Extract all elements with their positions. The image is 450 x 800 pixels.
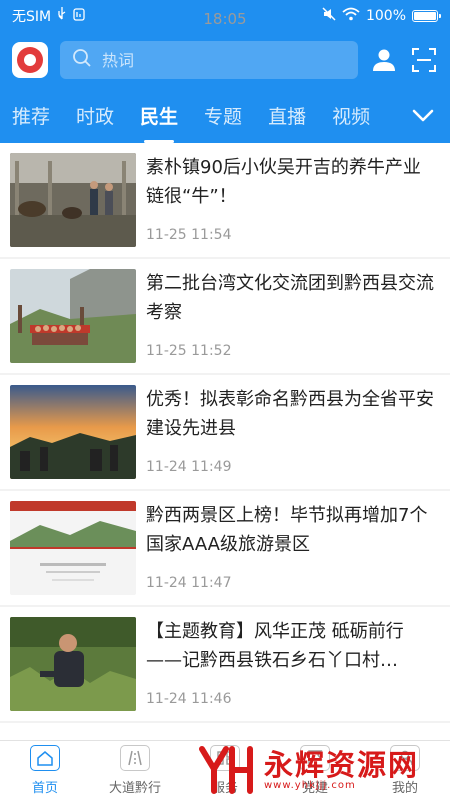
news-item[interactable]: 素朴镇90后小伙吴开吉的养牛产业链很“牛”！ 11-25 11:54 [0, 143, 450, 257]
news-time: 11-24 11:49 [146, 459, 232, 475]
news-item[interactable]: 【主题教育】风华正茂 砥砺前行——记黔西县铁石乡石丫口村… 11-24 11:4… [0, 607, 450, 721]
news-time: 11-24 11:47 [146, 575, 232, 591]
news-title: 优秀！拟表彰命名黔西县为全省平安建设先进县 [146, 389, 434, 439]
nav-service[interactable]: 服务 [180, 741, 270, 800]
app-logo[interactable] [12, 42, 48, 78]
service-icon [210, 745, 240, 771]
battery-icon [412, 10, 441, 22]
tab-topics[interactable]: 专题 [204, 88, 242, 143]
news-item[interactable]: 第二批台湾文化交流团到黔西县交流考察 11-25 11:52 [0, 259, 450, 373]
bottom-nav: 首页 大道黔行 服务 党建 我的 [0, 740, 450, 800]
news-time: 11-25 11:54 [146, 227, 232, 243]
user-icon [390, 745, 420, 771]
news-thumbnail-document [10, 501, 136, 595]
nav-label: 我的 [391, 781, 418, 796]
status-bar: 无SIM 18:05 100% [0, 0, 450, 32]
channel-tabs: 推荐 时政 民生 专题 直播 视频 [0, 88, 450, 143]
nav-label: 服务 [211, 781, 238, 796]
news-title: 【主题教育】风华正茂 砥砺前行——记黔西县铁石乡石丫口村… [146, 621, 404, 671]
scan-icon[interactable] [410, 46, 438, 74]
news-item-partial[interactable] [0, 723, 450, 740]
nav-home[interactable]: 首页 [0, 741, 90, 800]
nav-label: 首页 [31, 781, 58, 796]
nav-party[interactable]: 党建 [270, 741, 360, 800]
news-title: 素朴镇90后小伙吴开吉的养牛产业链很“牛”！ [146, 157, 421, 207]
tab-recommend[interactable]: 推荐 [12, 88, 50, 143]
nav-label: 大道黔行 [108, 781, 161, 796]
tab-video[interactable]: 视频 [332, 88, 370, 143]
tab-politics[interactable]: 时政 [76, 88, 114, 143]
app-header: 无SIM 18:05 100% 热词 推荐 时政 民生 专题 直播 视频 [0, 0, 450, 143]
news-thumbnail-cattle-barn [10, 153, 136, 247]
search-icon [72, 48, 92, 72]
news-list: 素朴镇90后小伙吴开吉的养牛产业链很“牛”！ 11-25 11:54 第二批台湾… [0, 143, 450, 740]
tab-live[interactable]: 直播 [268, 88, 306, 143]
news-title: 黔西两景区上榜！毕节拟再增加7个国家AAA级旅游景区 [146, 505, 428, 555]
search-box[interactable] [60, 41, 358, 79]
user-icon[interactable] [370, 46, 398, 74]
news-item[interactable]: 黔西两景区上榜！毕节拟再增加7个国家AAA级旅游景区 11-24 11:47 [0, 491, 450, 605]
road-icon [120, 745, 150, 771]
search-input[interactable] [102, 50, 346, 70]
chevron-down-icon[interactable] [396, 88, 450, 143]
news-thumbnail-group-photo [10, 269, 136, 363]
tab-livelihood[interactable]: 民生 [140, 88, 178, 143]
nav-mine[interactable]: 我的 [360, 741, 450, 800]
nav-dadao[interactable]: 大道黔行 [90, 741, 180, 800]
news-title: 第二批台湾文化交流团到黔西县交流考察 [146, 273, 434, 323]
news-time: 11-24 11:46 [146, 691, 232, 707]
home-icon [30, 745, 60, 771]
flag-icon [300, 745, 330, 771]
news-thumbnail-city-sunset [10, 385, 136, 479]
news-item[interactable]: 优秀！拟表彰命名黔西县为全省平安建设先进县 11-24 11:49 [0, 375, 450, 489]
clock: 18:05 [203, 10, 247, 28]
news-thumbnail-farmer-field [10, 617, 136, 711]
nav-label: 党建 [301, 781, 328, 796]
news-time: 11-25 11:52 [146, 343, 232, 359]
